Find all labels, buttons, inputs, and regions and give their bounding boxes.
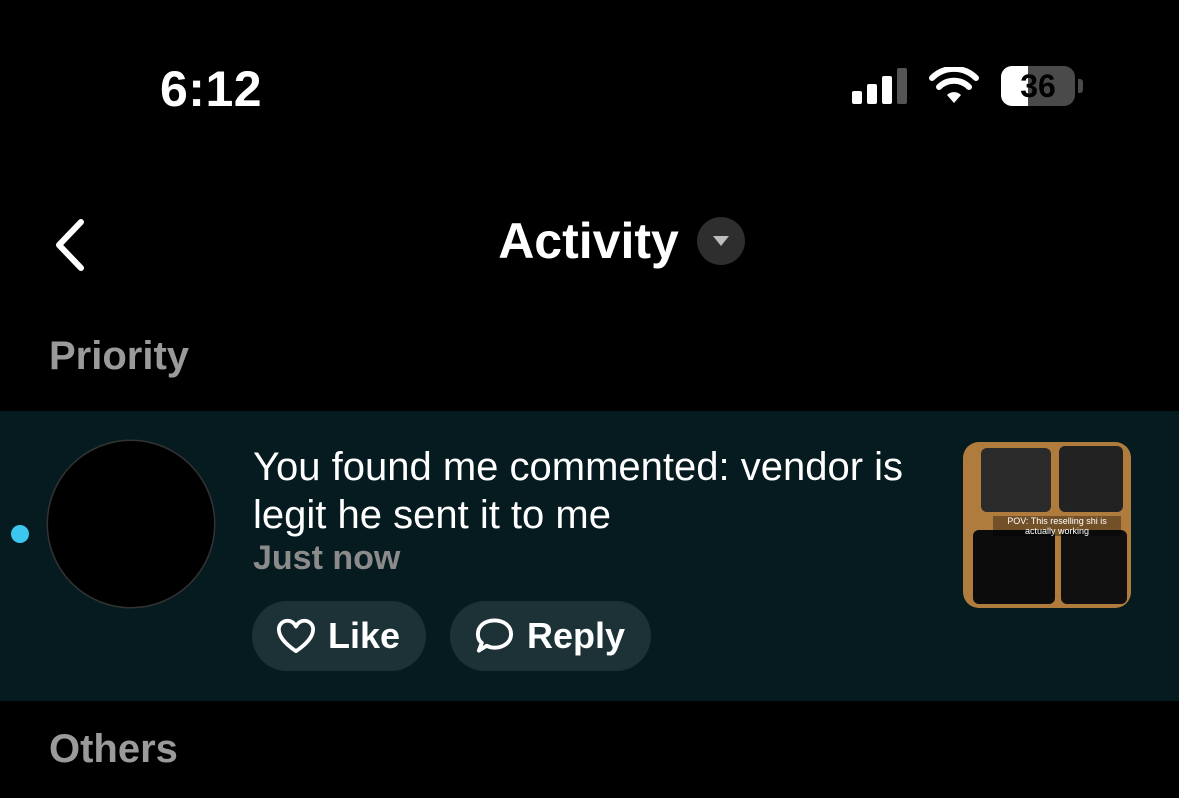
status-time: 6:12 (160, 61, 263, 117)
section-header-priority: Priority (49, 334, 190, 378)
battery-level: 36 (1020, 67, 1056, 104)
notification-text: You found me commented: vendor is legit … (253, 445, 904, 537)
section-header-others: Others (49, 727, 178, 771)
reply-button[interactable]: Reply (450, 601, 651, 671)
avatar[interactable] (48, 441, 214, 607)
heart-outline-icon (276, 618, 316, 654)
thumbnail-caption: POV: This reselling shi is actually work… (993, 516, 1121, 536)
page-title: Activity (498, 213, 679, 269)
header: Activity (0, 212, 1179, 270)
battery-icon: 36 (1001, 66, 1083, 106)
unread-indicator (11, 525, 29, 543)
caret-down-icon (712, 236, 729, 246)
wifi-icon (929, 67, 979, 103)
speech-bubble-icon (475, 618, 514, 653)
like-label: Like (327, 615, 400, 656)
notification-timestamp: Just now (253, 539, 401, 577)
activity-filter-dropdown[interactable] (696, 217, 745, 265)
like-button[interactable]: Like (252, 601, 426, 671)
reply-label: Reply (526, 615, 625, 656)
notification-item[interactable]: You found me commented: vendor is legit … (0, 411, 1179, 701)
cellular-signal-icon (852, 68, 907, 104)
status-indicators: 36 (852, 66, 1083, 106)
post-thumbnail[interactable]: POV: This reselling shi is actually work… (963, 442, 1131, 608)
activity-screen: 6:12 36 Activity Priority You found me c… (0, 0, 1179, 798)
